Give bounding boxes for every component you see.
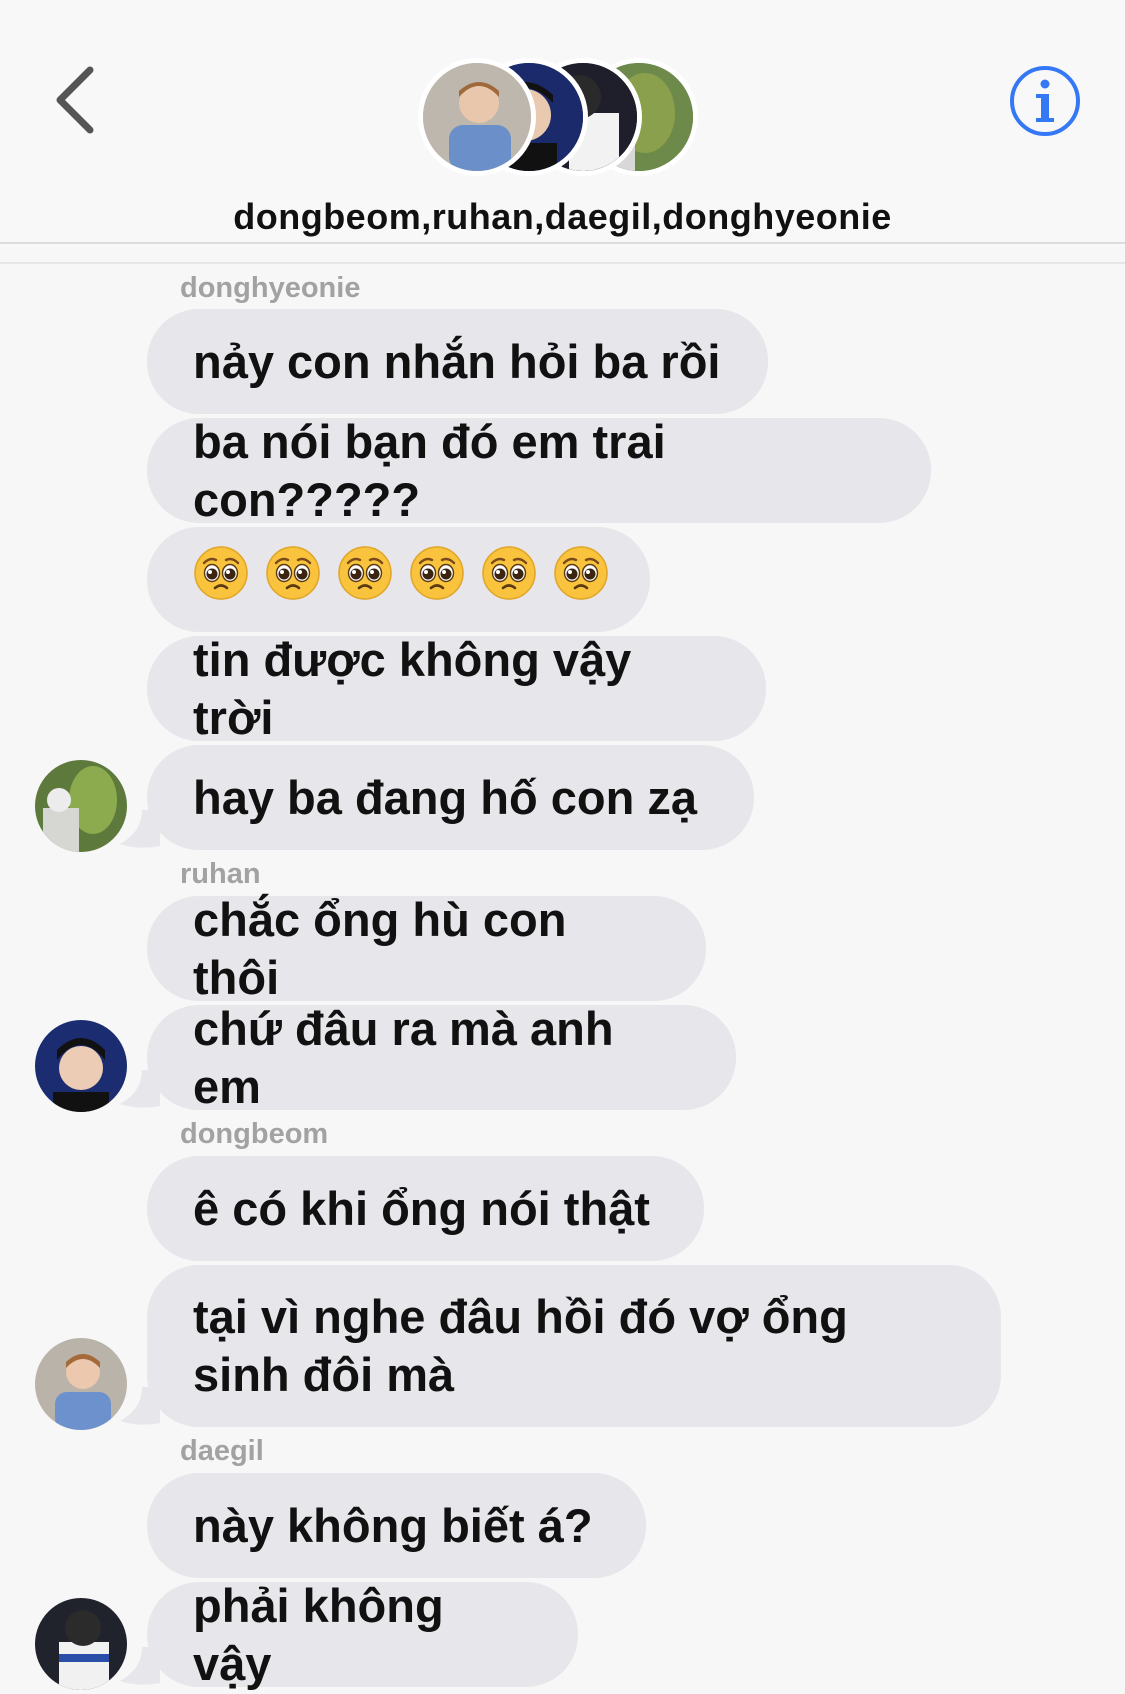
message-bubble[interactable]: chứ đâu ra mà anh em [147,1002,736,1113]
message-bubble[interactable]: ê có khi ổng nói thật [147,1156,704,1261]
message-bubble[interactable]: tại vì nghe đâu hồi đó vợ ổng sinh đôi m… [147,1265,1001,1427]
emoji-message-bubble[interactable] [147,527,650,632]
avatar-dongbeom [418,58,536,176]
avatar-daegil[interactable] [35,1598,127,1690]
message-bubble[interactable]: này không biết á? [147,1473,646,1578]
chevron-left-icon [56,66,94,134]
pleading-face-icon [409,545,465,614]
message-bubble[interactable]: nảy con nhắn hỏi ba rồi [147,309,768,414]
message-text: tại vì nghe đâu hồi đó vợ ổng sinh đôi m… [193,1290,848,1401]
header-divider-secondary [0,262,1125,264]
message-text: chứ đâu ra mà anh em [193,1001,614,1113]
pleading-face-icon [553,545,609,614]
header-divider [0,242,1125,244]
pleading-face-icon [265,545,321,614]
message-text: nảy con nhắn hỏi ba rồi [193,334,721,388]
bubble-tail [120,1070,160,1108]
sender-name: ruhan [180,858,261,890]
message-bubble[interactable]: tin được không vậy trời [147,633,766,744]
message-text: ba nói bạn đó em trai con????? [193,414,666,526]
sender-name: donghyeonie [180,272,361,304]
avatar-donghyeonie[interactable] [35,760,127,852]
message-text: ê có khi ổng nói thật [193,1181,650,1235]
message-bubble[interactable]: ba nói bạn đó em trai con????? [147,415,931,526]
message-bubble[interactable]: hay ba đang hố con zạ [147,745,754,850]
bubble-tail [120,810,160,848]
info-circle-icon [1010,66,1080,136]
pleading-face-icon [337,545,393,614]
avatar-dongbeom[interactable] [35,1338,127,1430]
emoji-row [193,545,609,614]
message-bubble[interactable]: chắc ổng hù con thôi [147,893,706,1004]
group-avatars[interactable] [418,54,708,184]
avatar-ruhan[interactable] [35,1020,127,1112]
back-button[interactable] [48,62,108,138]
message-bubble[interactable]: phải không vậy [147,1579,578,1690]
conversation-header: dongbeom,ruhan,daegil,donghyeonie [0,0,1125,246]
pleading-face-icon [481,545,537,614]
message-text: tin được không vậy trời [193,632,632,744]
message-text: hay ba đang hố con zạ [193,770,698,824]
info-button[interactable] [1008,64,1082,138]
sender-name: dongbeom [180,1118,329,1150]
sender-name: daegil [180,1435,264,1467]
message-text: này không biết á? [193,1498,593,1552]
message-text: chắc ổng hù con thôi [193,892,567,1004]
message-text: phải không vậy [193,1578,444,1690]
pleading-face-icon [193,545,249,614]
group-title[interactable]: dongbeom,ruhan,daegil,donghyeonie [0,196,1125,238]
